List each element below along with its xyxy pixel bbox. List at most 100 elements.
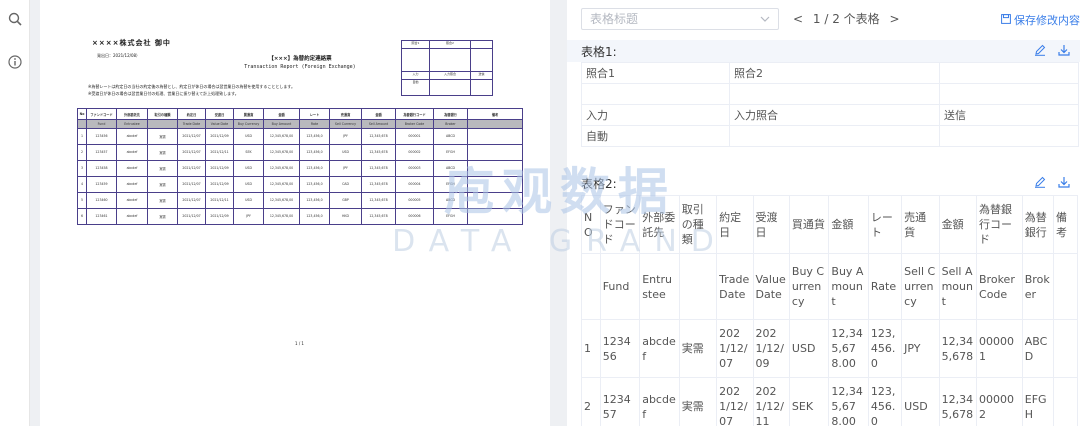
table-cell[interactable]: 備考 (1052, 195, 1079, 254)
panel-divider[interactable] (557, 0, 567, 426)
table-cell[interactable] (1052, 319, 1079, 378)
table-cell[interactable]: 123457 (599, 377, 641, 426)
doc-table-cell: 12,345,678,00 (263, 207, 300, 226)
table-cell[interactable]: 2021/12/07 (716, 319, 754, 378)
table-cell[interactable]: USD (901, 377, 940, 426)
table-cell[interactable]: 外部委託先 (639, 195, 680, 254)
edit-icon[interactable] (1034, 44, 1050, 59)
info-icon[interactable] (7, 55, 23, 71)
pager-prev-button[interactable]: < (793, 10, 803, 28)
table-cell[interactable] (939, 62, 1079, 84)
table-cell[interactable]: 入力 (581, 104, 730, 126)
table-cell[interactable] (581, 83, 730, 105)
document-viewer[interactable]: ××××株式会社 御中 発出日：2021/12/08） 【×××】為替約定連絡票… (31, 0, 557, 426)
doc-table-cell: 6 (77, 207, 87, 226)
table-cell[interactable]: Fund (599, 253, 641, 320)
table-cell[interactable]: 1 (581, 319, 601, 378)
table-cell[interactable]: Entrustee (639, 253, 680, 320)
table-cell[interactable]: 12,345,678.00 (828, 319, 869, 378)
table-cell[interactable]: 123,456.0 (867, 319, 903, 378)
table-cell[interactable]: N O (581, 195, 601, 254)
table-cell[interactable]: 入力照合 (729, 104, 940, 126)
table-cell[interactable]: 照合2 (729, 62, 940, 84)
table-cell[interactable]: Value Date (752, 253, 790, 320)
table-cell[interactable] (729, 83, 940, 105)
table-cell[interactable]: Broker Code (976, 253, 1023, 320)
table-cell[interactable]: 受渡日 (752, 195, 790, 254)
table-cell[interactable]: 2021/12/11 (752, 377, 790, 426)
table-cell[interactable]: abcdef (639, 377, 680, 426)
table-cell[interactable]: 買通貨 (788, 195, 830, 254)
stamp-cell: 入力 (400, 70, 431, 80)
table-cell[interactable]: 約定日 (716, 195, 754, 254)
doc-table-cell: 123,456,0 (299, 207, 330, 226)
table-cell[interactable]: EFGH (1021, 377, 1054, 426)
table-cell[interactable]: 2021/12/09 (752, 319, 790, 378)
table-cell[interactable]: 照合1 (581, 62, 730, 84)
table-cell[interactable] (1052, 253, 1079, 320)
table-cell[interactable]: 123,456.0 (867, 377, 903, 426)
table-cell[interactable]: 12,345,678.00 (828, 377, 869, 426)
table-cell[interactable]: 000001 (976, 319, 1023, 378)
table-cell[interactable]: ABCD (1021, 319, 1054, 378)
table-cell[interactable]: 取引の種類 (678, 195, 718, 254)
table-cell[interactable]: 12,345,678 (938, 377, 978, 426)
table-cell[interactable]: 為替銀行コード (976, 195, 1023, 254)
table2: N O ファンドコード 外部委託先 取引の種類 約定日 受渡日 買通貨 金額 レート 売通貨 金額為… (581, 195, 1079, 426)
stamp-cell (400, 48, 431, 72)
table-cell[interactable]: Buy Currency (788, 253, 830, 320)
doc-table-cell: abcdef (116, 159, 148, 177)
table-cell[interactable]: 123456 (599, 319, 641, 378)
table-cell[interactable]: abcdef (639, 319, 680, 378)
doc-table-cell: 12,345,678 (361, 207, 396, 226)
table-cell[interactable]: 売通貨 (901, 195, 940, 254)
table1-actions (1026, 44, 1070, 59)
table-cell[interactable]: 送信 (939, 104, 1079, 126)
table-cell[interactable] (1052, 377, 1079, 426)
table1: 照合1 照合2 入力 入力照合 送信自動 (581, 62, 1079, 147)
download-icon[interactable] (1058, 177, 1070, 191)
doc-table-cell: 12,345,678,00 (263, 127, 300, 145)
search-icon[interactable] (7, 12, 23, 28)
table-cell[interactable]: Sell Currency (901, 253, 940, 320)
table-cell[interactable]: Trade Date (716, 253, 754, 320)
table-cell[interactable]: 金額 (938, 195, 978, 254)
table-cell[interactable]: USD (788, 319, 830, 378)
table-cell[interactable]: Buy Amount (828, 253, 869, 320)
doc-page-indicator: 1 / 1 (295, 341, 304, 346)
doc-table-cell: 2021/12/07 (177, 175, 206, 193)
table-cell[interactable]: 自動 (581, 125, 730, 147)
table-cell[interactable]: Rate (867, 253, 903, 320)
table-cell[interactable]: 金額 (828, 195, 869, 254)
table-cell[interactable]: Broker (1021, 253, 1054, 320)
table-cell[interactable]: ファンドコード (599, 195, 641, 254)
table-cell[interactable]: SEK (788, 377, 830, 426)
table-cell[interactable] (939, 125, 1079, 147)
doc-table-cell: 実需 (147, 159, 178, 177)
table-cell[interactable] (939, 83, 1079, 105)
table-cell[interactable] (729, 125, 940, 147)
table-cell[interactable]: 12,345,678 (938, 319, 978, 378)
table-cell[interactable]: 為替銀行 (1021, 195, 1054, 254)
download-icon[interactable] (1058, 45, 1070, 59)
table-cell[interactable]: 実需 (678, 377, 718, 426)
stamp-cell: 入力照合 (429, 70, 471, 80)
pager-status: 1 / 2 个表格 (812, 12, 880, 26)
table-cell[interactable] (581, 253, 601, 320)
doc-header-cell: ファンドコード (86, 107, 117, 121)
table-cell[interactable]: 2 (581, 377, 601, 426)
doc-table-cell: 2021/12/09 (205, 159, 234, 177)
table-cell[interactable]: 2021/12/07 (716, 377, 754, 426)
table-cell[interactable]: Sell Amount (938, 253, 978, 320)
table-cell[interactable] (678, 253, 718, 320)
table-title-select[interactable]: 表格标题 (581, 8, 779, 30)
table-pager: < 1 / 2 个表格 > (793, 10, 900, 28)
table-cell[interactable]: レート (867, 195, 903, 254)
table-cell[interactable]: JPY (901, 319, 940, 378)
table-cell[interactable]: 実需 (678, 319, 718, 378)
doc-header-cell: 備考 (467, 107, 523, 121)
save-changes-button[interactable]: 保存修改内容 (1000, 12, 1080, 28)
pager-next-button[interactable]: > (889, 10, 899, 28)
table-cell[interactable]: 000002 (976, 377, 1023, 426)
edit-icon[interactable] (1034, 176, 1050, 191)
